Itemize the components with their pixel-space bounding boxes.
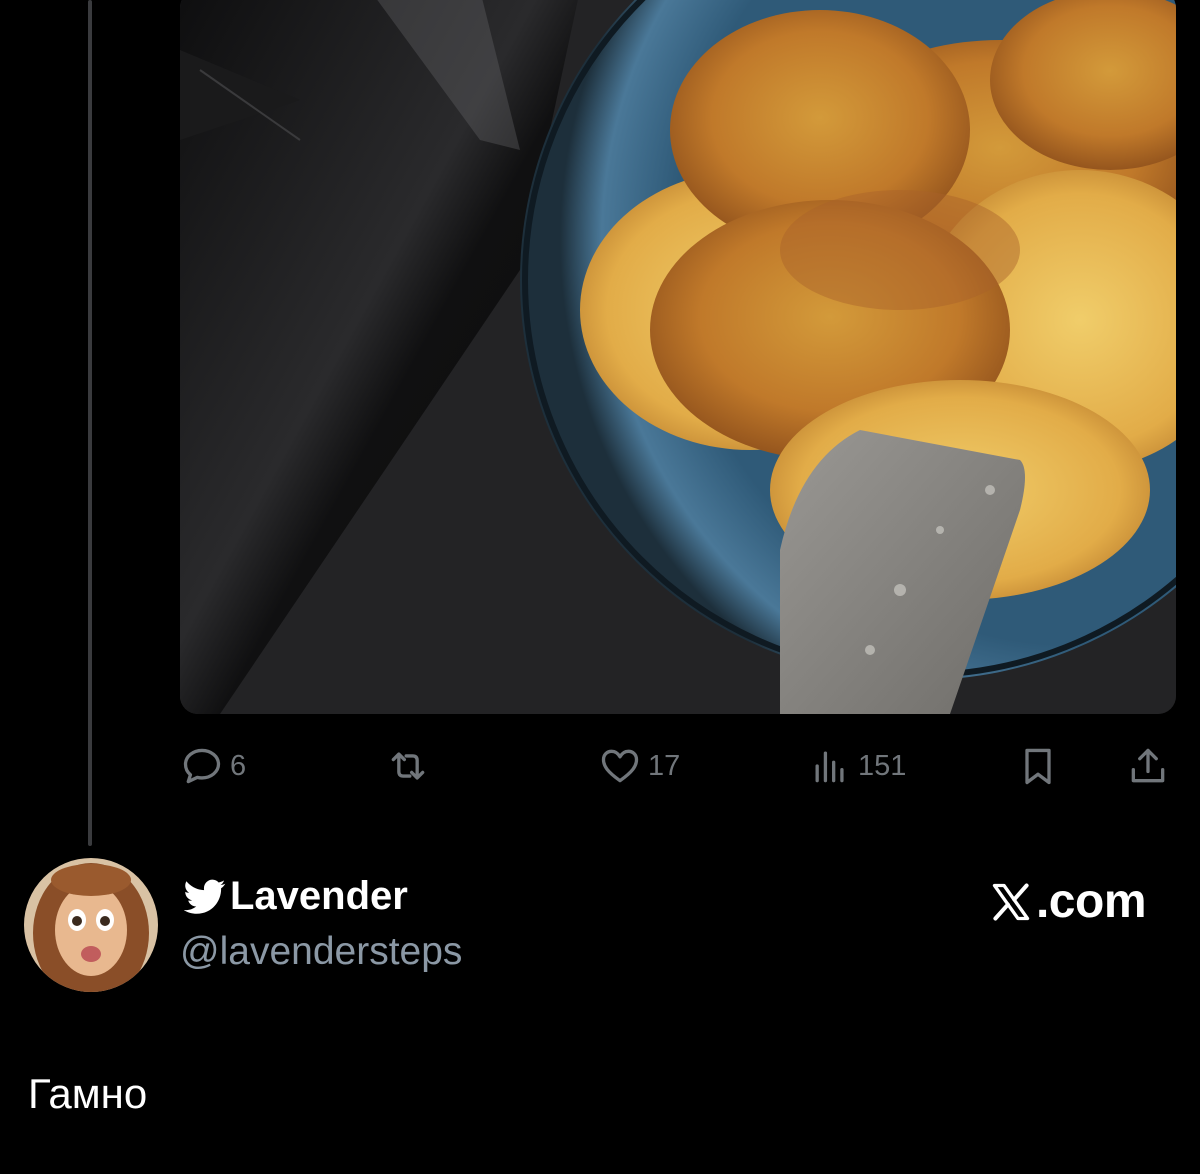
bookmark-icon (1025, 748, 1051, 785)
views-count: 151 (858, 749, 907, 782)
share-icon (1131, 748, 1165, 783)
post-action-bar: 6 17 151 (180, 736, 1176, 796)
display-name[interactable]: Lavender (230, 874, 408, 919)
reply-text: Гамно (28, 1070, 148, 1117)
reply-count: 6 (230, 749, 247, 782)
avatar-image (24, 858, 158, 992)
views-icon (815, 751, 844, 783)
site-domain: .com (1035, 875, 1147, 928)
bookmark-button[interactable] (1016, 736, 1060, 796)
avatar[interactable] (24, 858, 158, 992)
x-logo-icon (992, 882, 1030, 921)
repost-icon (391, 752, 425, 780)
reply-button[interactable]: 6 (180, 736, 246, 796)
like-button[interactable]: 17 (598, 736, 680, 796)
thread-connector-line (88, 0, 92, 846)
reply-author: Lavender @lavendersteps .com (24, 858, 1174, 998)
x-com-watermark: .com (988, 874, 1147, 929)
post-photo[interactable] (180, 0, 1176, 714)
like-icon (601, 749, 639, 783)
share-button[interactable] (1126, 736, 1170, 796)
food-photo-illustration (180, 0, 1176, 714)
bird-icon (184, 879, 226, 914)
like-count: 17 (648, 749, 681, 782)
repost-button[interactable] (386, 736, 436, 796)
reply-icon (183, 748, 221, 784)
display-name-row: Lavender (184, 874, 408, 919)
user-handle[interactable]: @lavendersteps (180, 930, 462, 974)
views-button[interactable]: 151 (808, 736, 906, 796)
